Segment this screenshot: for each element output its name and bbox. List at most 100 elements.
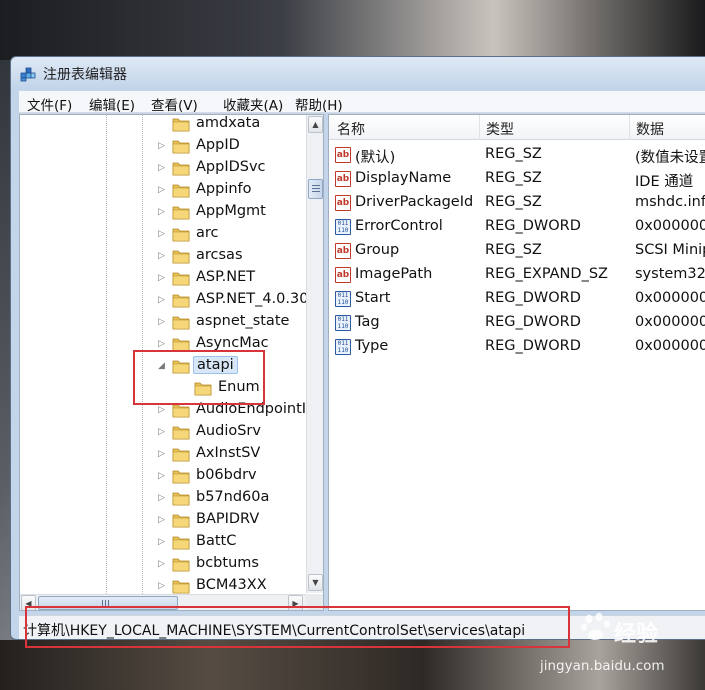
string-value-icon: ab	[335, 243, 351, 259]
folder-icon	[194, 380, 212, 396]
registry-key-tree[interactable]: amdxata ▷ AppID ▷ AppIDSvc ▷ Appinfo ▷ AppMgmt ▷ a…	[19, 114, 324, 611]
expand-arrow-icon[interactable]: ▷	[158, 141, 168, 151]
menu-view[interactable]: 查看(V)	[151, 94, 198, 114]
value-type: REG_EXPAND_SZ	[485, 266, 608, 282]
folder-icon	[172, 534, 190, 550]
value-type: REG_DWORD	[485, 338, 581, 354]
expand-arrow-icon[interactable]: ▷	[158, 405, 168, 415]
scroll-thumb[interactable]	[308, 179, 323, 199]
value-name: DisplayName	[355, 170, 452, 186]
expand-arrow-icon[interactable]: ▷	[158, 471, 168, 481]
value-row[interactable]: 011 110 Type REG_DWORD 0x000000	[329, 336, 705, 360]
value-data: 0x000000	[635, 290, 705, 306]
binary-value-icon: 011 110	[335, 315, 351, 331]
folder-icon	[172, 116, 190, 132]
tree-item-label: aspnet_state	[196, 313, 290, 329]
tree-item-label: bcbtums	[196, 555, 259, 571]
value-row[interactable]: ab ImagePath REG_EXPAND_SZ system32\	[329, 264, 705, 288]
tree-item-label: atapi	[193, 356, 238, 374]
expand-arrow-icon[interactable]: ▷	[158, 207, 168, 217]
watermark-url: jingyan.baidu.com	[540, 658, 665, 674]
expand-arrow-icon[interactable]: ▷	[158, 515, 168, 525]
value-row[interactable]: 011 110 Start REG_DWORD 0x000000	[329, 288, 705, 312]
tree-item-label: AppID	[196, 137, 240, 153]
expand-arrow-icon[interactable]: ▷	[158, 229, 168, 239]
scroll-down-button[interactable]: ▼	[308, 574, 323, 591]
title-bar[interactable]: 注册表编辑器	[11, 57, 705, 89]
folder-icon	[172, 468, 190, 484]
column-divider[interactable]	[629, 115, 630, 140]
menu-file[interactable]: 文件(F)	[27, 94, 72, 114]
scroll-up-button[interactable]: ▲	[308, 116, 323, 133]
horizontal-scroll-thumb[interactable]	[38, 596, 178, 610]
paw-logo-icon	[581, 612, 610, 641]
expand-arrow-icon[interactable]: ▷	[158, 251, 168, 261]
binary-value-icon: 011 110	[335, 291, 351, 307]
tree-item-label: b57nd60a	[196, 489, 270, 505]
column-divider[interactable]	[479, 115, 480, 140]
tree-item-label: ASP.NET	[196, 269, 256, 285]
binary-value-icon: 011 110	[335, 339, 351, 355]
collapse-arrow-icon[interactable]: ◢	[158, 361, 168, 371]
folder-icon	[172, 248, 190, 264]
tree-item-label: BCM43XX	[196, 577, 267, 593]
value-data: mshdc.inf	[635, 194, 705, 210]
menu-help[interactable]: 帮助(H)	[295, 94, 343, 114]
expand-arrow-icon[interactable]: ▷	[158, 295, 168, 305]
tree-horizontal-scrollbar[interactable]: ◀ ▶	[20, 594, 306, 610]
value-data: 0x000000	[635, 218, 705, 234]
expand-arrow-icon[interactable]: ▷	[158, 273, 168, 283]
scroll-left-button[interactable]: ◀	[21, 595, 36, 610]
value-name: (默认)	[355, 150, 396, 166]
window-title: 注册表编辑器	[43, 67, 127, 83]
value-row[interactable]: ab Group REG_SZ SCSI Minip	[329, 240, 705, 264]
registry-editor-window: 注册表编辑器 文件(F) 编辑(E) 查看(V) 收藏夹(A) 帮助(H) am…	[10, 56, 705, 640]
scroll-right-button[interactable]: ▶	[288, 595, 303, 610]
value-type: REG_SZ	[485, 170, 542, 186]
expand-arrow-icon[interactable]: ▷	[158, 427, 168, 437]
string-value-icon: ab	[335, 267, 351, 283]
menu-favorites[interactable]: 收藏夹(A)	[223, 94, 283, 114]
folder-icon	[172, 446, 190, 462]
expand-arrow-icon[interactable]: ▷	[158, 559, 168, 569]
value-row[interactable]: ab DriverPackageId REG_SZ mshdc.inf	[329, 192, 705, 216]
folder-icon	[172, 314, 190, 330]
folder-icon	[172, 358, 190, 374]
string-value-icon: ab	[335, 171, 351, 187]
value-type: REG_SZ	[485, 146, 542, 162]
list-header: 名称 类型 数据	[329, 115, 705, 140]
tree-item-label: AudioEndpointI	[196, 401, 307, 417]
expand-arrow-icon[interactable]: ▷	[158, 581, 168, 591]
tree-item-label: arcsas	[196, 247, 243, 263]
expand-arrow-icon[interactable]: ▷	[158, 185, 168, 195]
tree-item-label: Enum	[218, 379, 260, 395]
column-header-type[interactable]: 类型	[486, 119, 514, 139]
registry-value-list[interactable]: 名称 类型 数据 ab(默认)REG_SZ(数值未设置abDisplayName…	[328, 114, 705, 611]
expand-arrow-icon[interactable]: ▷	[158, 339, 168, 349]
value-row[interactable]: ab(默认) REG_SZ (数值未设置	[329, 144, 705, 168]
desktop-background-top	[0, 0, 705, 60]
tree-vertical-scrollbar[interactable]: ▲ ▼	[306, 115, 323, 593]
value-name: Type	[355, 338, 389, 354]
folder-icon	[172, 402, 190, 418]
scrollbar-corner	[306, 594, 323, 610]
value-row[interactable]: ab DisplayName REG_SZ IDE 通道	[329, 168, 705, 192]
value-name: Group	[355, 242, 400, 258]
folder-icon	[172, 424, 190, 440]
value-data: (数值未设置	[635, 150, 705, 166]
tree-guide-line	[142, 115, 143, 610]
value-data: 0x000000	[635, 338, 705, 354]
column-header-name[interactable]: 名称	[337, 119, 365, 139]
expand-arrow-icon[interactable]: ▷	[158, 163, 168, 173]
tree-item-label: ASP.NET_4.0.30	[196, 291, 309, 307]
expand-arrow-icon[interactable]: ▷	[158, 317, 168, 327]
menu-edit[interactable]: 编辑(E)	[89, 94, 135, 114]
tree-item-label: AppMgmt	[196, 203, 266, 219]
expand-arrow-icon[interactable]: ▷	[158, 537, 168, 547]
expand-arrow-icon[interactable]: ▷	[158, 449, 168, 459]
column-header-data[interactable]: 数据	[636, 119, 664, 139]
folder-icon	[172, 182, 190, 198]
value-row[interactable]: 011 110 ErrorControl REG_DWORD 0x000000	[329, 216, 705, 240]
value-row[interactable]: 011 110 Tag REG_DWORD 0x000000	[329, 312, 705, 336]
expand-arrow-icon[interactable]: ▷	[158, 493, 168, 503]
